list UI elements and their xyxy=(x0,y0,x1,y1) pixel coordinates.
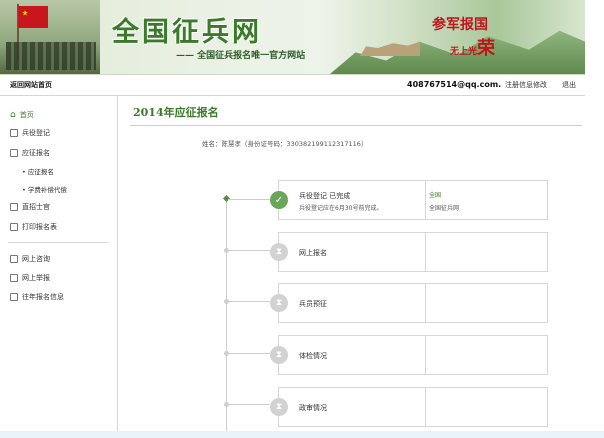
mail-icon xyxy=(10,274,18,282)
timeline-connector xyxy=(228,353,270,354)
sidebar-item-home[interactable]: ⌂ 首页 xyxy=(10,110,34,120)
sidebar-item-registration[interactable]: 兵役登记 xyxy=(10,128,50,138)
step-desc: 兵役登记应在6月30号前完成。 xyxy=(299,205,383,212)
hourglass-icon: ⧗ xyxy=(270,243,288,261)
slogan-line2-text: 无上光 xyxy=(450,47,478,57)
logout-link[interactable]: 退出 xyxy=(562,80,576,90)
step-card: 兵役登记 已完成 兵役登记应在6月30号前完成。 全国 全国征兵网 xyxy=(278,180,548,220)
sidebar-item-label: 应征报名 xyxy=(22,149,50,157)
sidebar-item-label: 网上举报 xyxy=(22,274,50,282)
page-title: 2014年应征报名 xyxy=(133,106,219,119)
step-label: 政审情况 xyxy=(299,404,327,412)
sidebar-subitem-enlist[interactable]: • 应征报名 xyxy=(22,166,54,176)
sidebar-item-label: 网上咨询 xyxy=(22,255,50,263)
slogan-line1: 参军报国 xyxy=(432,17,488,33)
step-card: 政审情况 xyxy=(278,387,548,427)
hourglass-icon: ⧗ xyxy=(270,346,288,364)
site-subtitle: —— 全国征兵报名唯一官方网站 xyxy=(176,51,306,61)
sidebar-item-label: 直招士官 xyxy=(22,203,50,211)
site-title: 全国征兵网 xyxy=(112,17,262,48)
print-icon xyxy=(10,223,18,231)
step-label: 体检情况 xyxy=(299,352,327,360)
sidebar-divider xyxy=(8,242,109,243)
step-label: 网上报名 xyxy=(299,249,327,257)
bottom-bar xyxy=(0,431,604,438)
timeline-connector xyxy=(228,404,270,405)
soldiers-image xyxy=(0,0,100,74)
timeline-connector xyxy=(228,250,270,251)
step-label: 兵役登记 已完成 xyxy=(299,192,351,200)
check-icon: ✓ xyxy=(270,191,288,209)
step-divider xyxy=(425,336,426,374)
sidebar-item-nco[interactable]: 直招士官 xyxy=(10,202,50,212)
hourglass-icon: ⧗ xyxy=(270,294,288,312)
step-divider xyxy=(425,181,426,219)
step-card: 体检情况 xyxy=(278,335,548,375)
sidebar-item-label: 往年报名信息 xyxy=(22,293,64,301)
badge-icon xyxy=(10,203,18,211)
hourglass-icon: ⧗ xyxy=(270,398,288,416)
step-right1: 全国 xyxy=(429,192,442,199)
step-label: 兵员预征 xyxy=(299,300,327,308)
step-divider xyxy=(425,233,426,271)
home-icon: ⌂ xyxy=(10,110,16,120)
timeline-line xyxy=(226,198,227,433)
slogan: 参军报国 无上光荣 xyxy=(432,14,495,60)
site-banner: 全国征兵网 —— 全国征兵报名唯一官方网站 参军报国 无上光荣 xyxy=(0,0,585,75)
sidebar-item-enlist[interactable]: 应征报名 xyxy=(10,148,50,158)
title-divider xyxy=(130,125,582,126)
china-flag-icon xyxy=(18,6,48,28)
user-email: 408767514@qq.com. xyxy=(407,80,502,89)
sidebar-subitem-tuition[interactable]: • 学费补偿代偿 xyxy=(22,184,67,194)
sidebar-item-report[interactable]: 网上举报 xyxy=(10,273,50,283)
sidebar-item-print[interactable]: 打印报名表 xyxy=(10,222,57,232)
document-icon xyxy=(10,129,18,137)
sidebar-subitem-label: 学费补偿代偿 xyxy=(27,186,67,194)
great-wall-image xyxy=(360,41,420,56)
edit-info-link[interactable]: 注册信息修改 xyxy=(505,80,547,90)
step-card: 网上报名 xyxy=(278,232,548,272)
chat-icon xyxy=(10,255,18,263)
form-icon xyxy=(10,149,18,157)
sidebar-subitem-label: 应征报名 xyxy=(27,168,54,176)
slogan-line2: 无上光荣 xyxy=(450,34,495,60)
sidebar-item-label: 打印报名表 xyxy=(22,223,57,231)
sidebar-item-label: 首页 xyxy=(19,111,34,119)
top-bar: 返回网站首页 408767514@qq.com. 注册信息修改 退出 xyxy=(0,75,585,96)
sidebar-item-label: 兵役登记 xyxy=(22,129,50,137)
timeline-connector xyxy=(228,199,270,200)
sidebar-item-consult[interactable]: 网上咨询 xyxy=(10,254,50,264)
sidebar: ⌂ 首页 兵役登记 应征报名 • 应征报名 • 学费补偿代偿 直招士官 打印报名… xyxy=(0,96,118,431)
step-divider xyxy=(425,388,426,426)
timeline-connector xyxy=(228,301,270,302)
history-icon xyxy=(10,293,18,301)
sidebar-item-history[interactable]: 往年报名信息 xyxy=(10,292,64,302)
home-link[interactable]: 返回网站首页 xyxy=(10,80,52,90)
step-right2: 全国征兵网 xyxy=(429,205,460,212)
user-info: 姓名：陈慧孝（身份证号码：330382199112317116） xyxy=(202,140,368,148)
step-divider xyxy=(425,284,426,322)
slogan-big-char: 荣 xyxy=(477,38,496,59)
troops-image xyxy=(6,42,96,70)
step-card: 兵员预征 xyxy=(278,283,548,323)
